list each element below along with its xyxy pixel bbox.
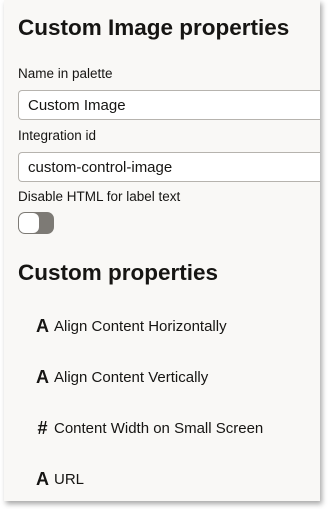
text-type-icon: A: [36, 316, 49, 336]
panel-title: Custom Image properties: [18, 15, 290, 40]
property-label: Align Content Vertically: [54, 368, 209, 386]
text-type-icon: A: [36, 469, 49, 489]
integration-id-label: Integration id: [18, 128, 97, 143]
property-label: Content Width on Small Screen: [54, 419, 264, 437]
property-label: Align Content Horizontally: [54, 317, 227, 335]
disable-html-label: Disable HTML for label text: [18, 189, 181, 204]
number-type-icon: #: [37, 418, 48, 438]
custom-properties-heading: Custom properties: [18, 260, 219, 285]
name-in-palette-input[interactable]: [18, 90, 320, 120]
property-label: URL: [54, 470, 85, 488]
integration-id-input[interactable]: [18, 152, 320, 182]
name-in-palette-label: Name in palette: [18, 66, 113, 81]
property-content-width-small-screen[interactable]: # Content Width on Small Screen: [34, 416, 263, 440]
property-url[interactable]: A URL: [34, 467, 84, 491]
text-type-icon: A: [36, 367, 49, 387]
property-align-content-vertically[interactable]: A Align Content Vertically: [34, 365, 208, 389]
disable-html-toggle[interactable]: [18, 212, 54, 234]
property-align-content-horizontally[interactable]: A Align Content Horizontally: [34, 314, 227, 338]
toggle-knob: [19, 213, 39, 233]
properties-panel: Custom Image properties Name in palette …: [4, 0, 320, 501]
